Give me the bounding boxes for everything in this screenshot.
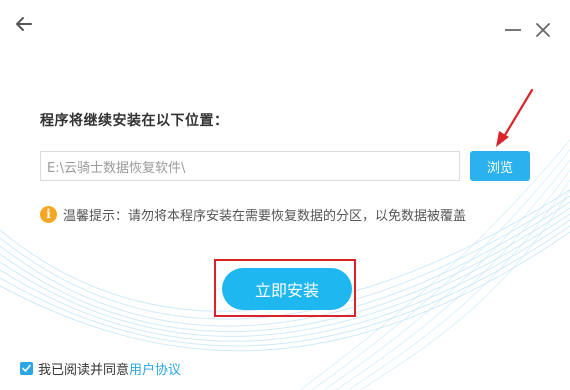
check-icon <box>22 364 31 372</box>
user-agreement-link[interactable]: 用户协议 <box>129 359 181 378</box>
install-path-input[interactable] <box>40 151 460 181</box>
install-now-button[interactable]: 立即安装 <box>222 268 352 310</box>
agreement-checkbox[interactable] <box>20 362 33 375</box>
info-icon: i <box>40 206 57 223</box>
agreement-text: 我已阅读并同意 <box>38 363 130 378</box>
background-waves <box>0 139 570 390</box>
agreement-row: 我已阅读并同意 用户协议 <box>20 359 181 378</box>
arrow-left-icon <box>16 17 32 31</box>
back-button[interactable] <box>12 12 36 36</box>
warning-tip: i 温馨提示：请勿将本程序安装在需要恢复数据的分区，以免数据被覆盖 <box>40 205 466 224</box>
install-location-label: 程序将继续安装在以下位置： <box>40 113 229 129</box>
minimize-icon <box>505 29 521 31</box>
browse-button[interactable]: 浏览 <box>470 151 530 181</box>
minimize-button[interactable] <box>503 20 523 40</box>
close-button[interactable] <box>533 20 553 40</box>
annotation-arrow-icon <box>496 88 534 147</box>
close-icon <box>536 23 550 37</box>
tip-text: 温馨提示：请勿将本程序安装在需要恢复数据的分区，以免数据被覆盖 <box>63 209 467 224</box>
